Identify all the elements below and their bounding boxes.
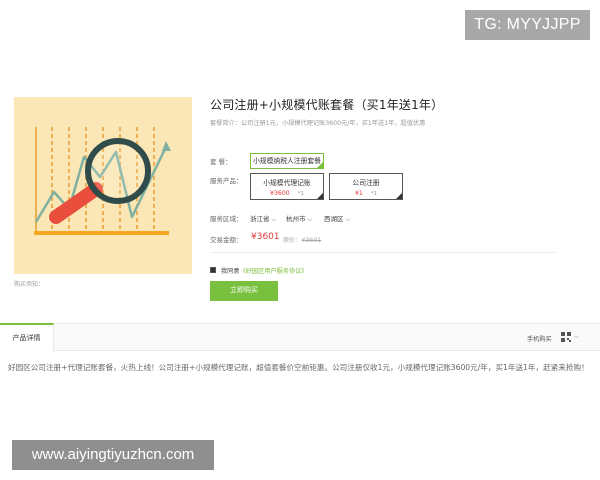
province-value: 浙江省 bbox=[250, 215, 270, 223]
city-select[interactable]: 杭州市 ⌵ bbox=[286, 213, 312, 224]
detail-tabbar: 产品详情 手机购买 ⌵ bbox=[0, 323, 600, 352]
package-option-selected[interactable]: 小规模纳税人注册套餐 bbox=[250, 153, 324, 169]
watermark-bottom: www.aiyingtiyuzhcn.com bbox=[12, 440, 214, 470]
corner-icon bbox=[396, 193, 402, 199]
original-price-label: 原价： bbox=[283, 237, 302, 244]
product-name: 公司注册 bbox=[352, 179, 380, 187]
product-qty: *1 bbox=[297, 191, 304, 197]
products-label: 服务产品： bbox=[210, 177, 243, 185]
agreement-link[interactable]: 《好园区用户服务协议》 bbox=[240, 268, 308, 275]
amount-label: 交易金额： bbox=[210, 236, 243, 244]
product-option-registration[interactable]: 公司注册 ¥1 *1 bbox=[329, 173, 403, 200]
original-price-value: ¥3601 bbox=[301, 237, 322, 244]
product-option-bookkeeping[interactable]: 小规模代理记账 ¥3600 *1 bbox=[250, 173, 324, 200]
chevron-down-icon: ⌵ bbox=[271, 216, 277, 223]
chevron-down-icon: ⌵ bbox=[574, 333, 579, 340]
agreement-checkbox[interactable] bbox=[210, 267, 216, 273]
product-qty: *1 bbox=[370, 191, 378, 197]
district-value: 西湖区 bbox=[324, 215, 344, 223]
province-select[interactable]: 浙江省 ⌵ bbox=[250, 213, 276, 224]
intro-label: 套餐简介： bbox=[210, 120, 241, 127]
package-option-label: 小规模纳税人注册套餐 bbox=[253, 157, 321, 165]
intro-text: 公司注册1元，小规模代理记账3600元/年，买1年送1年，超值优惠 bbox=[240, 120, 426, 127]
divider bbox=[210, 252, 556, 253]
buy-now-button[interactable]: 立即购买 bbox=[210, 281, 278, 301]
chevron-down-icon: ⌵ bbox=[345, 216, 351, 223]
watermark-top: TG: MYYJJPP bbox=[465, 10, 590, 40]
chevron-down-icon: ⌵ bbox=[307, 216, 313, 223]
product-title: 公司注册+小规模代账套餐（买1年送1年） bbox=[210, 98, 444, 112]
product-price: ¥3600 bbox=[270, 190, 290, 197]
product-intro: 套餐简介：公司注册1元，小规模代理记账3600元/年，买1年送1年，超值优惠 bbox=[210, 118, 425, 127]
chart-magnifier-illustration bbox=[34, 127, 171, 235]
district-select[interactable]: 西湖区 ⌵ bbox=[324, 213, 350, 224]
corner-icon bbox=[317, 193, 323, 199]
tab-product-details[interactable]: 产品详情 bbox=[0, 323, 54, 352]
package-label: 套 餐： bbox=[210, 158, 232, 166]
region-label: 服务区域： bbox=[210, 215, 243, 223]
agreement-prefix: 我同意 bbox=[221, 268, 240, 275]
selected-check-icon bbox=[317, 162, 323, 168]
city-value: 杭州市 bbox=[286, 215, 306, 223]
original-price: 原价：¥3601 bbox=[283, 235, 321, 244]
agreement-text: 我同意《好园区用户服务协议》 bbox=[221, 266, 308, 275]
total-price: ¥3601 bbox=[251, 232, 280, 242]
qr-code-icon[interactable] bbox=[561, 332, 571, 342]
product-image bbox=[14, 97, 192, 274]
purchase-notice-label: 购买须知： bbox=[14, 281, 45, 288]
mobile-buy-link[interactable]: 手机购买 bbox=[527, 334, 552, 343]
product-name: 小规模代理记账 bbox=[263, 179, 311, 187]
product-detail-text: 好园区公司注册+代理记账套餐，火热上线！公司注册+小规模代理记账，超值套餐价空前… bbox=[8, 363, 589, 372]
product-price: ¥1 bbox=[354, 190, 363, 197]
